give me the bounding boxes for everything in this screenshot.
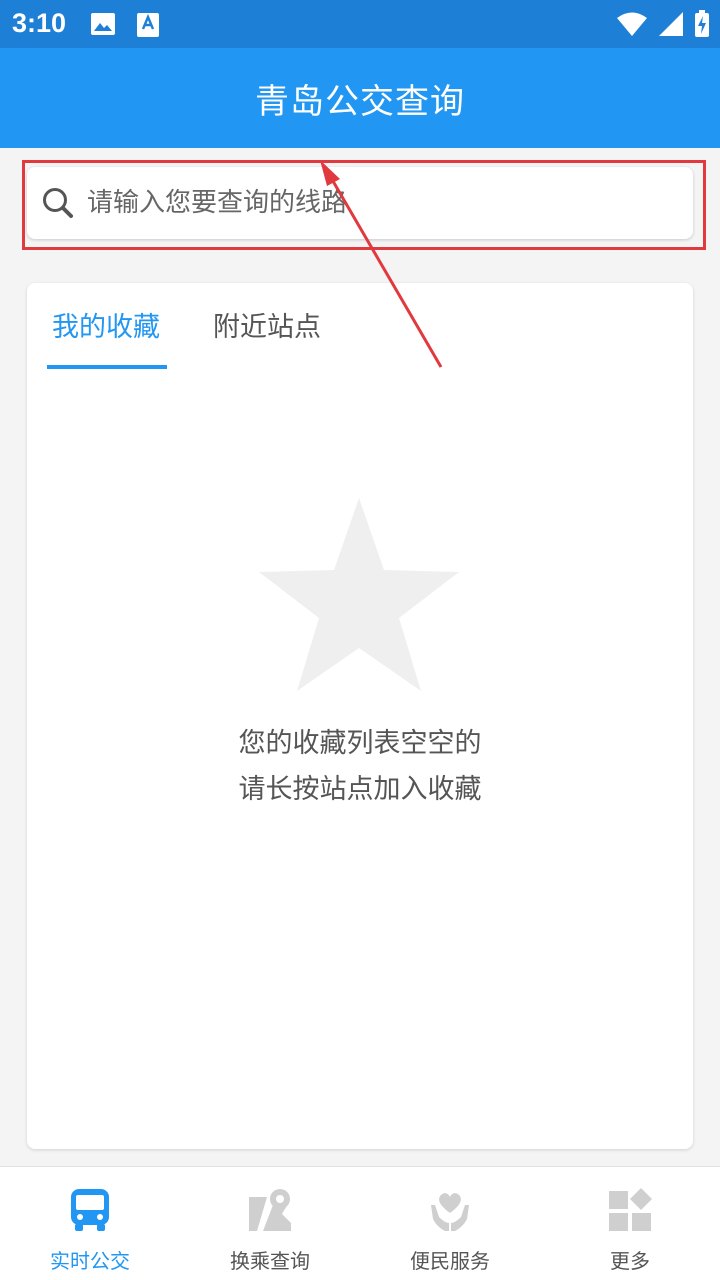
empty-state-hint: 请长按站点加入收藏	[238, 774, 482, 805]
search-icon	[43, 188, 73, 218]
nav-label: 实时公交	[50, 1249, 130, 1273]
wifi-icon	[617, 12, 647, 36]
nav-label: 更多	[610, 1249, 650, 1273]
status-time: 3:10	[12, 8, 67, 38]
nav-realtime-bus[interactable]: 实时公交	[0, 1167, 180, 1280]
nav-transfer-query[interactable]: 换乘查询	[180, 1167, 360, 1280]
font-notification-icon	[137, 13, 159, 37]
map-pin-icon	[249, 1189, 291, 1231]
nav-more[interactable]: 更多	[540, 1167, 720, 1280]
page-title: 青岛公交查询	[255, 81, 465, 122]
bus-icon	[71, 1189, 109, 1231]
nav-convenience-services[interactable]: 便民服务	[360, 1167, 540, 1280]
nav-label: 换乘查询	[230, 1249, 310, 1273]
nav-label: 便民服务	[410, 1249, 490, 1273]
search-box[interactable]	[27, 167, 693, 239]
empty-state-message: 您的收藏列表空空的	[238, 728, 482, 759]
tab-nearby-stations[interactable]: 附近站点	[213, 305, 321, 344]
image-notification-icon	[91, 13, 115, 35]
bottom-navigation: 实时公交 换乘查询 便民服务 更多	[0, 1166, 720, 1280]
heart-hands-icon	[431, 1193, 469, 1231]
app-header: 青岛公交查询	[0, 48, 720, 148]
active-tab-indicator	[47, 365, 167, 369]
star-icon	[259, 498, 459, 691]
signal-icon	[659, 12, 683, 36]
battery-charging-icon	[695, 10, 709, 37]
grid-icon	[609, 1188, 652, 1231]
status-bar: 3:10	[0, 0, 720, 48]
tab-favorites[interactable]: 我的收藏	[52, 305, 160, 344]
favorites-card: 我的收藏 附近站点 您的收藏列表空空的 请长按站点加入收藏	[27, 283, 693, 1149]
search-section	[0, 148, 720, 270]
tab-bar: 我的收藏 附近站点	[27, 283, 693, 369]
search-input[interactable]	[87, 188, 667, 218]
status-right-icons	[616, 10, 710, 38]
